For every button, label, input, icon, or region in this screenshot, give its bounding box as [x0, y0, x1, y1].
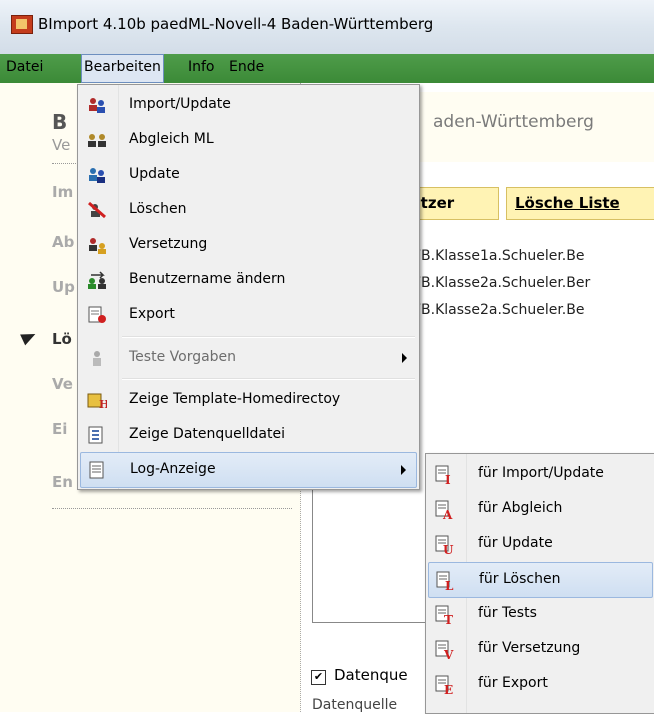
submenu-arrow-icon — [402, 353, 407, 363]
submenu-item-abgleich[interactable]: A für Abgleich — [428, 492, 653, 526]
users-update-icon — [87, 166, 107, 184]
list-item[interactable]: FB.Klasse1a.Schueler.Be — [413, 248, 584, 264]
svg-text:I: I — [445, 473, 451, 485]
users-move-icon — [87, 236, 107, 254]
menu-item-update[interactable]: Update — [80, 158, 417, 192]
template-icon: H — [87, 391, 109, 411]
submenu-item-versetzung[interactable]: V für Versetzung — [428, 632, 653, 666]
submenu-item-export[interactable]: E für Export — [428, 667, 653, 701]
submenu-item-update[interactable]: U für Update — [428, 527, 653, 561]
menu-ende[interactable]: Ende — [227, 54, 266, 83]
export-icon — [87, 306, 107, 324]
menu-item-zeige-template[interactable]: H Zeige Template-Homedirectoy — [80, 383, 417, 417]
panel-title-fragment: B — [52, 110, 68, 134]
loesche-liste-button[interactable]: Lösche Liste — [506, 187, 654, 220]
menu-item-versetzung[interactable]: Versetzung — [80, 228, 417, 262]
submenu-item-loeschen[interactable]: L für Löschen — [428, 562, 653, 598]
submenu-arrow-icon — [401, 465, 406, 475]
log-submenu: I für Import/Update A für Abgleich U für… — [425, 453, 654, 714]
list-item[interactable]: FB.Klasse2a.Schueler.Be — [413, 302, 584, 318]
menu-bar: Datei Bearbeiten Info Ende — [0, 54, 654, 83]
menu-item-abgleich-ml[interactable]: Abgleich ML — [80, 123, 417, 157]
svg-text:L: L — [445, 579, 454, 591]
menu-item-teste-vorgaben[interactable]: Teste Vorgaben — [80, 341, 417, 375]
log-update-icon: U — [435, 535, 455, 557]
nav-update[interactable]: Up — [52, 278, 75, 296]
nav-import[interactable]: Im — [52, 183, 73, 201]
menu-item-benutzername-aendern[interactable]: Benutzername ändern — [80, 263, 417, 297]
menu-item-import-update[interactable]: Import/Update — [80, 88, 417, 122]
edit-menu: Import/Update Abgleich ML Update Löschen… — [77, 84, 420, 490]
nav-ende[interactable]: En — [52, 473, 73, 491]
list-item[interactable]: FB.Klasse2a.Schueler.Ber — [413, 275, 590, 291]
datenquelle-checkbox[interactable]: ✔ — [311, 670, 326, 685]
svg-text:H: H — [99, 398, 107, 409]
svg-text:T: T — [444, 613, 453, 625]
svg-text:E: E — [444, 683, 453, 695]
log-delete-icon: L — [436, 571, 456, 593]
page-subtitle: aden-Württemberg — [433, 112, 594, 132]
menu-bearbeiten[interactable]: Bearbeiten — [81, 54, 164, 83]
log-import-icon: I — [435, 465, 455, 487]
test-icon — [87, 349, 107, 367]
menu-item-zeige-datenquelldatei[interactable]: Zeige Datenquelldatei — [80, 418, 417, 452]
nav-versetzung[interactable]: Ve — [52, 375, 73, 393]
menu-info[interactable]: Info — [186, 54, 217, 83]
svg-text:U: U — [443, 543, 454, 555]
menu-item-export[interactable]: Export — [80, 298, 417, 332]
users-import-icon — [87, 96, 107, 114]
log-tests-icon: T — [435, 605, 455, 627]
window-title: BImport 4.10b paedML-Novell-4 Baden-Würt… — [38, 15, 434, 33]
log-compare-icon: A — [435, 500, 455, 522]
menu-item-loeschen[interactable]: Löschen — [80, 193, 417, 227]
rename-user-icon — [87, 271, 107, 289]
menu-datei[interactable]: Datei — [4, 54, 45, 83]
log-export-icon: E — [435, 675, 455, 697]
submenu-item-tests[interactable]: T für Tests — [428, 597, 653, 631]
app-icon — [11, 15, 33, 34]
users-delete-icon — [87, 201, 107, 219]
submenu-item-import-update[interactable]: I für Import/Update — [428, 457, 653, 491]
datasource-icon — [87, 426, 107, 444]
datenquelle-checkbox-label: Datenque — [334, 666, 408, 684]
svg-text:V: V — [443, 648, 454, 660]
nav-einstellungen[interactable]: Ei — [52, 420, 67, 438]
menu-item-log-anzeige[interactable]: Log-Anzeige — [80, 452, 417, 488]
nav-loeschen[interactable]: Lö — [52, 330, 72, 348]
current-arrow-icon — [20, 328, 38, 346]
users-compare-icon — [87, 131, 107, 149]
svg-text:A: A — [442, 508, 453, 520]
datenquelle-label: Datenquelle — [312, 697, 398, 713]
log-move-icon: V — [435, 640, 455, 662]
log-icon — [88, 461, 108, 479]
panel-subtitle-fragment: Ve — [52, 136, 71, 154]
nav-abgleich[interactable]: Ab — [52, 233, 74, 251]
